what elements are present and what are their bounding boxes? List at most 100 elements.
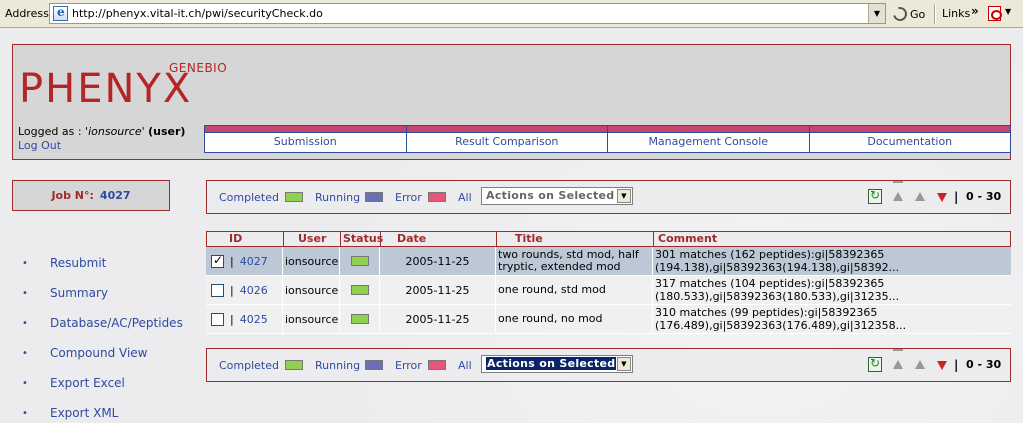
status-completed-icon xyxy=(350,285,369,295)
previous-page-icon[interactable] xyxy=(915,192,925,201)
cell-date: 2005-11-25 xyxy=(380,305,496,333)
pdf-dropdown-icon[interactable]: ▼ xyxy=(1005,7,1011,16)
select-arrow-icon: ▼ xyxy=(617,189,631,203)
table-row[interactable]: | 4026 ionsource 2005-11-25 one round, s… xyxy=(206,276,1011,305)
completed-swatch xyxy=(285,360,303,370)
refresh-icon[interactable] xyxy=(868,356,882,372)
error-swatch xyxy=(428,192,446,202)
bullet-icon: • xyxy=(22,377,28,389)
tab-management-console[interactable]: Management Console xyxy=(608,125,810,153)
page-header: GENEBIO PHENYX Logged as : 'ionsource' (… xyxy=(12,44,1011,160)
col-header-comment[interactable]: Comment xyxy=(654,232,1010,246)
address-label: Address xyxy=(5,7,49,20)
cell-date: 2005-11-25 xyxy=(380,247,496,275)
actions-select[interactable]: Actions on Selected ▼ xyxy=(481,355,633,373)
cell-user: ionsource xyxy=(283,305,340,333)
next-page-icon[interactable] xyxy=(937,361,947,370)
job-id-link[interactable]: 4025 xyxy=(240,313,268,326)
logo-phenyx: PHENYX xyxy=(19,66,193,112)
side-item-compound-view[interactable]: • Compound View xyxy=(22,338,212,368)
login-prefix: Logged as : ' xyxy=(18,125,89,138)
col-header-date[interactable]: Date xyxy=(381,232,497,246)
links-button[interactable]: Links xyxy=(942,7,970,20)
col-header-status[interactable]: Status xyxy=(341,232,383,246)
cell-id: | 4027 xyxy=(206,247,283,275)
side-item-resubmit[interactable]: • Resubmit xyxy=(22,248,212,278)
tab-submission[interactable]: Submission xyxy=(204,125,407,153)
previous-page-icon[interactable] xyxy=(915,360,925,369)
running-swatch xyxy=(365,360,383,370)
address-dropdown-icon[interactable]: ▼ xyxy=(868,4,885,23)
row-checkbox[interactable] xyxy=(211,253,224,268)
cell-id: | 4026 xyxy=(206,276,283,304)
cell-comment: 317 matches (104 peptides):gi|58392365 (… xyxy=(655,277,900,303)
actions-select[interactable]: Actions on Selected ▼ xyxy=(481,187,633,205)
cell-status xyxy=(340,276,380,304)
pdf-icon[interactable] xyxy=(988,6,1002,21)
refresh-icon[interactable] xyxy=(868,188,882,204)
side-item-summary[interactable]: • Summary xyxy=(22,278,212,308)
cell-user: ionsource xyxy=(283,276,340,304)
bullet-icon: • xyxy=(22,287,28,299)
side-item-label: Export Excel xyxy=(50,376,125,390)
filter-bar-bottom: Completed Running Error All Actions on S… xyxy=(206,348,1011,382)
select-arrow-icon: ▼ xyxy=(617,357,631,371)
login-status: Logged as : 'ionsource' (user) xyxy=(18,125,185,138)
filter-error[interactable]: Error xyxy=(395,191,422,204)
tab-documentation[interactable]: Documentation xyxy=(809,125,1011,153)
side-menu: • Resubmit • Summary • Database/AC/Peptides… xyxy=(22,248,212,423)
table-row[interactable]: | 4027 ionsource 2005-11-25 two rounds, … xyxy=(206,247,1011,276)
filter-running[interactable]: Running xyxy=(315,359,360,372)
status-completed-icon xyxy=(350,256,369,266)
filter-completed[interactable]: Completed xyxy=(219,191,279,204)
cell-title: one round, no mod xyxy=(496,305,653,333)
row-checkbox[interactable] xyxy=(211,283,224,297)
side-item-label: Summary xyxy=(50,286,108,300)
id-separator: | xyxy=(230,283,234,297)
app-body: GENEBIO PHENYX Logged as : 'ionsource' (… xyxy=(0,28,1023,423)
first-page-icon[interactable] xyxy=(893,349,903,369)
filter-error[interactable]: Error xyxy=(395,359,422,372)
cell-comment: 310 matches (99 peptides):gi|58392365 (1… xyxy=(655,306,907,332)
col-header-user[interactable]: User xyxy=(284,232,341,246)
go-arrow-icon xyxy=(890,4,910,24)
side-item-label: Compound View xyxy=(50,346,148,360)
running-swatch xyxy=(365,192,383,202)
filter-running[interactable]: Running xyxy=(315,191,360,204)
bullet-icon: • xyxy=(22,257,28,269)
error-swatch xyxy=(428,360,446,370)
filter-all[interactable]: All xyxy=(458,359,472,372)
links-chevron-icon[interactable]: » xyxy=(971,4,979,18)
toolbar-separator xyxy=(934,4,936,24)
col-header-title[interactable]: Title xyxy=(497,232,654,246)
col-header-id[interactable]: ID xyxy=(207,232,284,246)
bullet-icon: • xyxy=(22,317,28,329)
phenyx-logo: GENEBIO PHENYX xyxy=(19,61,247,112)
go-button[interactable]: Go xyxy=(890,4,925,24)
address-input[interactable]: http://phenyx.vital-it.ch/pwi/securityCh… xyxy=(49,3,886,24)
job-id-link[interactable]: 4027 xyxy=(240,255,268,268)
side-item-database[interactable]: • Database/AC/Peptides xyxy=(22,308,212,338)
first-page-icon[interactable] xyxy=(893,181,903,201)
table-header: ID User Status Date Title Comment xyxy=(206,231,1011,247)
side-item-export-excel[interactable]: • Export Excel xyxy=(22,368,212,398)
page-range: 0 - 30 xyxy=(966,358,1002,371)
side-item-export-xml[interactable]: • Export XML xyxy=(22,398,212,423)
job-number[interactable]: 4027 xyxy=(100,189,131,202)
address-bar: Address http://phenyx.vital-it.ch/pwi/se… xyxy=(0,0,1023,28)
logout-link[interactable]: Log Out xyxy=(18,139,61,152)
table-row[interactable]: | 4025 ionsource 2005-11-25 one round, n… xyxy=(206,305,1011,334)
side-item-label: Database/AC/Peptides xyxy=(50,316,183,330)
filter-all[interactable]: All xyxy=(458,191,472,204)
filter-completed[interactable]: Completed xyxy=(219,359,279,372)
job-table: ID User Status Date Title Comment | 4027… xyxy=(206,231,1011,334)
login-role: (user) xyxy=(148,125,186,138)
tab-result-comparison[interactable]: Result Comparison xyxy=(406,125,608,153)
job-id-link[interactable]: 4026 xyxy=(240,284,268,297)
cell-id: | 4025 xyxy=(206,305,283,333)
next-page-icon[interactable] xyxy=(937,193,947,202)
row-checkbox[interactable] xyxy=(211,312,224,326)
side-item-label: Resubmit xyxy=(50,256,107,270)
cell-date: 2005-11-25 xyxy=(380,276,496,304)
pager-separator: | xyxy=(954,190,959,204)
